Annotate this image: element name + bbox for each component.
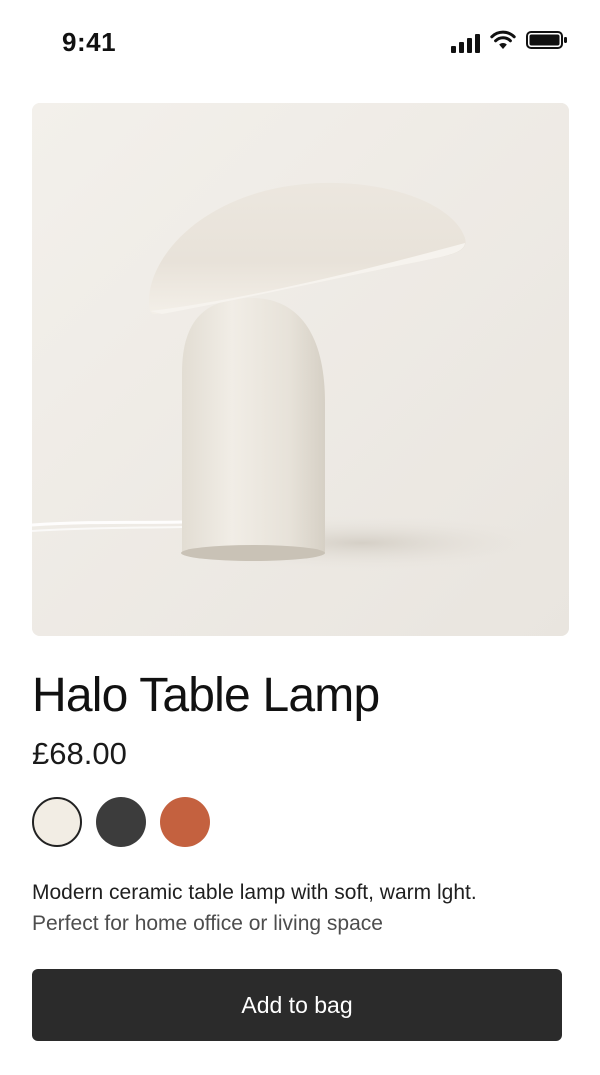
cellular-signal-icon — [451, 33, 480, 53]
product-description: Modern ceramic table lamp with soft, war… — [32, 878, 572, 940]
color-swatches — [32, 797, 210, 847]
add-to-bag-button[interactable]: Add to bag — [32, 969, 562, 1041]
swatch-terracotta[interactable] — [160, 797, 210, 847]
wifi-icon — [490, 30, 516, 55]
product-price: £68.00 — [32, 736, 127, 771]
swatch-charcoal[interactable] — [96, 797, 146, 847]
status-time: 9:41 — [62, 27, 117, 57]
status-bar: 9:41 — [0, 0, 600, 88]
status-icons — [451, 30, 568, 55]
swatch-cream[interactable] — [32, 797, 82, 847]
description-line-2: Perfect for home office or living space — [32, 912, 383, 935]
table-lamp-photo — [32, 103, 569, 636]
product-image — [32, 103, 569, 636]
battery-icon — [526, 30, 568, 55]
product-title: Halo Table Lamp — [32, 669, 380, 722]
description-line-1: Modern ceramic table lamp with soft, war… — [32, 881, 477, 904]
